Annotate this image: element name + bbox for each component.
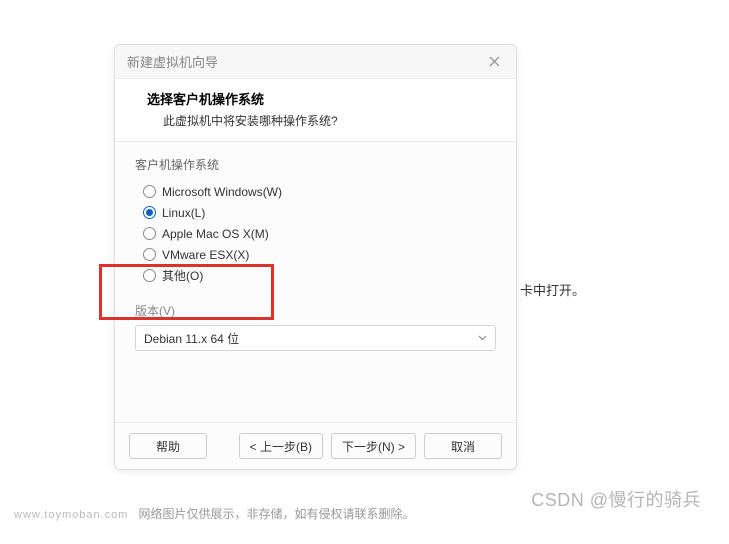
radio-label: VMware ESX(X) bbox=[162, 248, 249, 262]
header-title: 选择客户机操作系统 bbox=[135, 89, 496, 108]
radio-option-linux[interactable]: Linux(L) bbox=[143, 202, 496, 223]
version-label: 版本(V) bbox=[135, 302, 496, 319]
radio-option-other[interactable]: 其他(O) bbox=[143, 265, 496, 286]
radio-label: 其他(O) bbox=[162, 267, 203, 284]
footer-domain: www.toymoban.com bbox=[14, 509, 128, 521]
dialog-title: 新建虚拟机向导 bbox=[127, 52, 484, 71]
new-vm-wizard-dialog: 新建虚拟机向导 选择客户机操作系统 此虚拟机中将安装哪种操作系统? 客户机操作系… bbox=[114, 44, 517, 470]
footer-note-text: 网络图片仅供展示，非存储，如有侵权请联系删除。 bbox=[138, 505, 414, 522]
page-footer-note: www.toymoban.com 网络图片仅供展示，非存储，如有侵权请联系删除。 bbox=[14, 505, 414, 522]
cancel-button[interactable]: 取消 bbox=[424, 433, 502, 459]
next-button[interactable]: 下一步(N) > bbox=[331, 433, 416, 459]
radio-label: Microsoft Windows(W) bbox=[162, 185, 282, 199]
os-radio-group: Microsoft Windows(W) Linux(L) Apple Mac … bbox=[135, 181, 496, 286]
radio-icon bbox=[143, 248, 156, 261]
radio-icon bbox=[143, 227, 156, 240]
dialog-header: 选择客户机操作系统 此虚拟机中将安装哪种操作系统? bbox=[115, 79, 516, 142]
header-subtitle: 此虚拟机中将安装哪种操作系统? bbox=[135, 112, 496, 129]
radio-option-windows[interactable]: Microsoft Windows(W) bbox=[143, 181, 496, 202]
back-button[interactable]: < 上一步(B) bbox=[239, 433, 323, 459]
version-select-value: Debian 11.x 64 位 bbox=[144, 330, 239, 347]
radio-option-macos[interactable]: Apple Mac OS X(M) bbox=[143, 223, 496, 244]
close-icon[interactable] bbox=[484, 52, 504, 72]
os-group-label: 客户机操作系统 bbox=[135, 156, 496, 173]
watermark-text: CSDN @慢行的骑兵 bbox=[531, 486, 701, 512]
background-text-fragment: 卡中打开。 bbox=[520, 280, 585, 299]
radio-icon bbox=[143, 269, 156, 282]
version-select[interactable]: Debian 11.x 64 位 bbox=[135, 325, 496, 351]
radio-icon bbox=[143, 206, 156, 219]
dialog-footer: 帮助 < 上一步(B) 下一步(N) > 取消 bbox=[115, 422, 516, 469]
radio-label: Apple Mac OS X(M) bbox=[162, 227, 269, 241]
dialog-titlebar: 新建虚拟机向导 bbox=[115, 45, 516, 79]
chevron-down-icon bbox=[478, 333, 487, 344]
radio-icon bbox=[143, 185, 156, 198]
help-button[interactable]: 帮助 bbox=[129, 433, 207, 459]
dialog-body: 客户机操作系统 Microsoft Windows(W) Linux(L) Ap… bbox=[115, 142, 516, 422]
radio-label: Linux(L) bbox=[162, 206, 205, 220]
radio-option-vmware-esx[interactable]: VMware ESX(X) bbox=[143, 244, 496, 265]
